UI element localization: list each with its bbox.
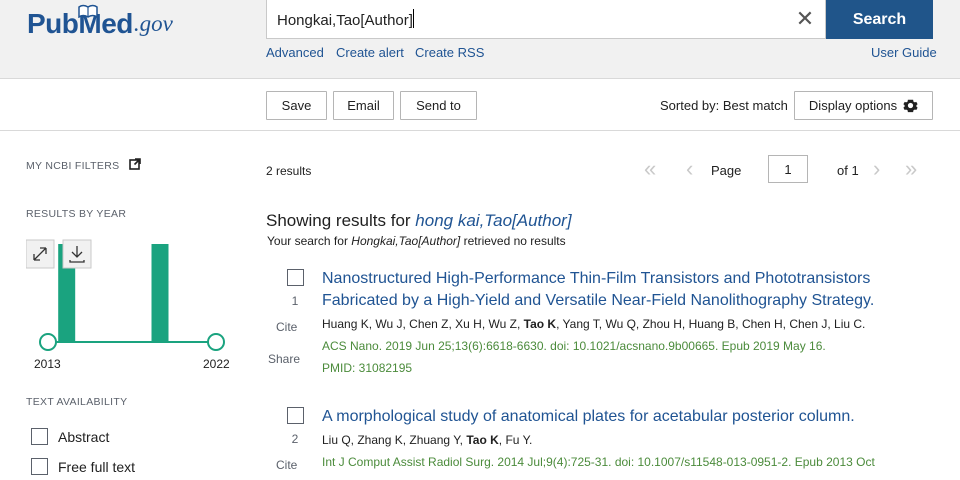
article-select-checkbox[interactable] [287,407,304,424]
text-caret [413,9,414,28]
email-button[interactable]: Email [333,91,394,120]
range-end-handle[interactable] [207,333,225,351]
logo-gov-text: .gov [133,11,173,36]
my-ncbi-filters-label: MY NCBI FILTERS [26,160,120,172]
authors-highlight: Tao K [523,317,557,331]
search-input[interactable] [277,9,777,31]
header-bar: Pub Med .gov ✕ Search Advanced Create al… [0,0,960,79]
last-page-icon[interactable]: » [905,158,917,180]
article-title-link[interactable]: A morphological study of anatomical plat… [322,406,922,428]
my-ncbi-filters-heading[interactable]: MY NCBI FILTERS [26,158,141,172]
article-number: 1 [291,294,299,308]
filter-abstract-checkbox[interactable] [31,428,48,445]
showing-prefix: Showing results for [266,211,416,230]
range-start-handle[interactable] [39,333,57,351]
article-title-line1: Nanostructured High-Performance Thin-Fil… [322,270,871,287]
results-count: 2 results [266,164,312,178]
article-select-checkbox[interactable] [287,269,304,286]
book-icon [78,4,99,18]
display-options-label: Display options [808,98,898,113]
next-page-icon[interactable]: › [873,158,880,180]
save-button[interactable]: Save [266,91,327,120]
page-total-label: of 1 [837,163,859,178]
authors-after: , Yang T, Wu Q, Zhou H, Huang B, Chen H,… [556,317,866,331]
showing-results-heading: Showing results for hong kai,Tao[Author] [266,211,572,231]
article-title-line2: Fabricated by a High-Yield and Versatile… [322,292,875,309]
clear-search-button[interactable]: ✕ [786,0,824,38]
article-citation: ACS Nano. 2019 Jun 25;13(6):6618-6630. d… [322,339,826,353]
your-search-suffix: retrieved no results [460,234,566,248]
share-button[interactable]: Share [268,352,300,366]
article-authors: Huang K, Wu J, Chen Z, Xu H, Wu Z, Tao K… [322,317,865,331]
article-number: 2 [291,432,299,446]
create-rss-link[interactable]: Create RSS [415,45,484,60]
filter-free-full-text[interactable]: Free full text [31,458,135,475]
send-to-button[interactable]: Send to [400,91,477,120]
article-pmid: PMID: 31082195 [322,361,413,375]
close-icon: ✕ [795,6,815,31]
external-link-icon [128,158,141,170]
authors-after: , Fu Y. [498,433,533,447]
authors-before: Huang K, Wu J, Chen Z, Xu H, Wu Z, [322,317,524,331]
filter-free-full-text-checkbox[interactable] [31,458,48,475]
user-guide-link[interactable]: User Guide [871,45,937,60]
chart-end-year: 2022 [203,357,230,371]
logo-pub-text: Pub [27,8,79,39]
results-by-year-heading: RESULTS BY YEAR [26,208,127,220]
article-authors: Liu Q, Zhang K, Zhuang Y, Tao K, Fu Y. [322,433,532,447]
advanced-link[interactable]: Advanced [266,45,324,60]
create-alert-link[interactable]: Create alert [336,45,404,60]
year-bar-2019[interactable] [151,244,169,341]
search-button[interactable]: Search [826,0,933,39]
authors-highlight: Tao K [466,433,499,447]
your-search-prefix: Your search for [267,234,352,248]
article-citation: Int J Comput Assist Radiol Surg. 2014 Ju… [322,455,875,469]
prev-page-icon[interactable]: ‹ [686,158,693,180]
sort-label: Sorted by: Best match [660,98,788,113]
results-toolbar: Save Email Send to Sorted by: Best match… [0,80,960,131]
filter-free-full-text-label: Free full text [58,458,136,475]
showing-query-link[interactable]: hong kai,Tao[Author] [415,211,571,230]
chart-start-year: 2013 [34,357,61,371]
results-by-year-chart[interactable] [26,236,232,356]
your-search-query: Hongkai,Tao[Author] [351,234,461,248]
filter-abstract[interactable]: Abstract [31,428,109,445]
search-box [266,0,826,39]
article-title-line1: A morphological study of anatomical plat… [322,408,855,425]
cite-button[interactable]: Cite [276,458,297,472]
logo-med-text: Med [78,4,133,42]
page-label: Page [711,163,742,178]
pubmed-logo[interactable]: Pub Med .gov [27,2,173,42]
gear-icon [903,99,918,113]
authors-before: Liu Q, Zhang K, Zhuang Y, [322,433,467,447]
cite-button[interactable]: Cite [276,320,297,334]
text-availability-heading: TEXT AVAILABILITY [26,396,128,408]
no-results-notice: Your search for Hongkai,Tao[Author] retr… [267,234,566,248]
filter-abstract-label: Abstract [58,428,110,445]
display-options-button[interactable]: Display options [794,91,933,120]
page-number-input[interactable] [768,155,808,183]
first-page-icon[interactable]: « [644,158,656,180]
article-title-link[interactable]: Nanostructured High-Performance Thin-Fil… [322,268,922,312]
